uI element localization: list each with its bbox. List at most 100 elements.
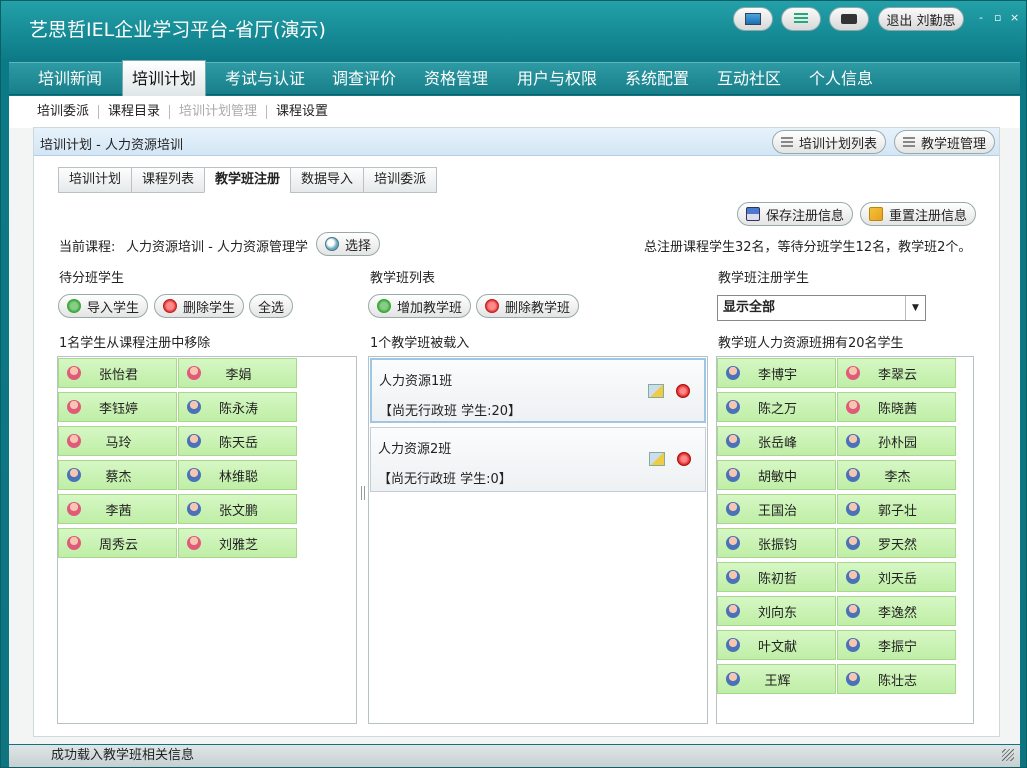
student-card[interactable]: 蔡杰 <box>58 460 177 490</box>
tab-class-registration[interactable]: 教学班注册 <box>204 167 292 193</box>
minimize-icon[interactable]: - <box>979 11 983 24</box>
student-card[interactable]: 陈天岳 <box>178 426 297 456</box>
student-card[interactable]: 周秀云 <box>58 528 177 558</box>
menu-profile[interactable]: 个人信息 <box>799 63 883 95</box>
panel-title: 培训计划 - 人力资源培训 <box>40 138 183 153</box>
student-card[interactable]: 李杰 <box>837 460 956 490</box>
student-card[interactable]: 李逸然 <box>837 596 956 626</box>
user-icon <box>726 434 740 448</box>
student-card[interactable]: 刘天岳 <box>837 562 956 592</box>
student-card[interactable]: 叶文献 <box>717 630 836 660</box>
menu-qualification[interactable]: 资格管理 <box>414 63 498 95</box>
current-course-label: 当前课程: <box>59 240 116 255</box>
menu-training-news[interactable]: 培训新闻 <box>23 63 117 95</box>
list-icon <box>781 136 793 148</box>
splitter-handle[interactable] <box>361 486 365 500</box>
menu-system-config[interactable]: 系统配置 <box>615 63 699 95</box>
card-icon <box>841 14 857 24</box>
subnav-course-catalog[interactable]: 课程目录 <box>99 105 171 119</box>
desktop-button[interactable] <box>733 7 773 31</box>
student-name: 张怡君 <box>98 367 138 383</box>
list-button[interactable] <box>781 7 821 31</box>
student-name: 陈之万 <box>757 401 797 417</box>
edit-icon[interactable] <box>649 452 665 466</box>
edit-icon[interactable] <box>648 384 664 398</box>
delete-class-button[interactable]: 删除教学班 <box>476 294 580 318</box>
tab-course-list[interactable]: 课程列表 <box>131 167 206 193</box>
user-icon <box>846 468 860 482</box>
student-card[interactable]: 刘雅芝 <box>178 528 297 558</box>
import-students-button[interactable]: 导入学生 <box>58 294 149 318</box>
student-card[interactable]: 李博宇 <box>717 358 836 388</box>
class-management-button[interactable]: 教学班管理 <box>894 130 996 154</box>
student-card[interactable]: 刘向东 <box>717 596 836 626</box>
user-icon <box>187 366 201 380</box>
plan-list-label: 培训计划列表 <box>799 136 878 152</box>
class-item[interactable]: 人力资源2班 【尚无行政班 学生:0】 <box>370 427 706 492</box>
menu-community[interactable]: 互动社区 <box>707 63 791 95</box>
student-card[interactable]: 陈初哲 <box>717 562 836 592</box>
list-icon <box>794 13 808 25</box>
menu-training-plan[interactable]: 培训计划 <box>122 60 206 96</box>
subnav-training-assign[interactable]: 培训委派 <box>37 105 100 119</box>
student-card[interactable]: 陈永涛 <box>178 392 297 422</box>
logout-button[interactable]: 退出 刘勤思 <box>878 7 964 31</box>
student-card[interactable]: 王辉 <box>717 664 836 694</box>
student-card[interactable]: 陈壮志 <box>837 664 956 694</box>
student-name: 李振宁 <box>877 639 917 655</box>
class-item[interactable]: 人力资源1班 【尚无行政班 学生:20】 <box>370 358 706 423</box>
student-card[interactable]: 张文鹏 <box>178 494 297 524</box>
student-card[interactable]: 陈晓茜 <box>837 392 956 422</box>
maximize-icon[interactable]: ▫ <box>994 11 1001 24</box>
tab-data-import[interactable]: 数据导入 <box>290 167 365 193</box>
student-card[interactable]: 郭子壮 <box>837 494 956 524</box>
add-icon <box>67 299 81 313</box>
student-card[interactable]: 孙朴园 <box>837 426 956 456</box>
student-card[interactable]: 张振钧 <box>717 528 836 558</box>
select-all-button[interactable]: 全选 <box>249 294 294 318</box>
student-filter-select[interactable]: 显示全部 ▼ <box>717 295 926 321</box>
student-card[interactable]: 李翠云 <box>837 358 956 388</box>
select-course-button[interactable]: 选择 <box>316 232 381 256</box>
student-card[interactable]: 罗天然 <box>837 528 956 558</box>
card-button[interactable] <box>829 7 869 31</box>
delete-icon[interactable] <box>676 384 690 398</box>
close-icon[interactable]: × <box>1010 11 1019 24</box>
student-name: 陈初哲 <box>757 571 797 587</box>
add-class-button[interactable]: 增加教学班 <box>368 294 472 318</box>
registered-students-list[interactable]: 李博宇 李翠云陈之万 陈晓茜 张岳峰 孙朴园 胡敏中 李杰 王国治 郭子壮 张振钧 罗天然陈初哲 刘天… <box>716 356 974 724</box>
panel-header: 培训计划 - 人力资源培训 培训计划列表 教学班管理 <box>34 128 999 156</box>
student-card[interactable]: 林维聪 <box>178 460 297 490</box>
user-icon <box>67 434 81 448</box>
student-card[interactable]: 陈之万 <box>717 392 836 422</box>
student-card[interactable]: 李振宁 <box>837 630 956 660</box>
class-management-label: 教学班管理 <box>921 136 987 152</box>
user-icon <box>846 366 860 380</box>
student-card[interactable]: 马玲 <box>58 426 177 456</box>
pending-students-list[interactable]: 张怡君 李娟 李钰婷 陈永涛 马玲 陈天岳 蔡杰 林维聪 李茜 张文鹏 周秀云 刘雅芝 <box>57 356 357 724</box>
content-area: 培训委派 课程目录 培训计划管理 课程设置 培训计划 - 人力资源培训 培训计划… <box>9 96 1020 744</box>
plan-list-button[interactable]: 培训计划列表 <box>772 130 887 154</box>
resize-grip-icon[interactable] <box>1002 749 1014 761</box>
student-card[interactable]: 王国治 <box>717 494 836 524</box>
subnav-course-settings[interactable]: 课程设置 <box>267 105 337 119</box>
menu-survey[interactable]: 调查评价 <box>322 63 406 95</box>
menu-exam-certification[interactable]: 考试与认证 <box>214 63 316 95</box>
reset-registration-button[interactable]: 重置注册信息 <box>860 202 977 226</box>
student-card[interactable]: 胡敏中 <box>717 460 836 490</box>
class-status: 【尚无行政班 学生:0】 <box>378 472 512 487</box>
chevron-down-icon[interactable]: ▼ <box>905 296 925 320</box>
user-icon <box>726 570 740 584</box>
student-card[interactable]: 李茜 <box>58 494 177 524</box>
delete-students-button[interactable]: 删除学生 <box>154 294 245 318</box>
save-registration-button[interactable]: 保存注册信息 <box>737 202 854 226</box>
tab-training-plan[interactable]: 培训计划 <box>58 167 133 193</box>
student-card[interactable]: 张怡君 <box>58 358 177 388</box>
user-icon <box>187 502 201 516</box>
student-card[interactable]: 李娟 <box>178 358 297 388</box>
student-card[interactable]: 张岳峰 <box>717 426 836 456</box>
student-card[interactable]: 李钰婷 <box>58 392 177 422</box>
menu-users-permissions[interactable]: 用户与权限 <box>507 63 607 95</box>
delete-icon[interactable] <box>677 452 691 466</box>
tab-training-assign[interactable]: 培训委派 <box>363 167 438 193</box>
